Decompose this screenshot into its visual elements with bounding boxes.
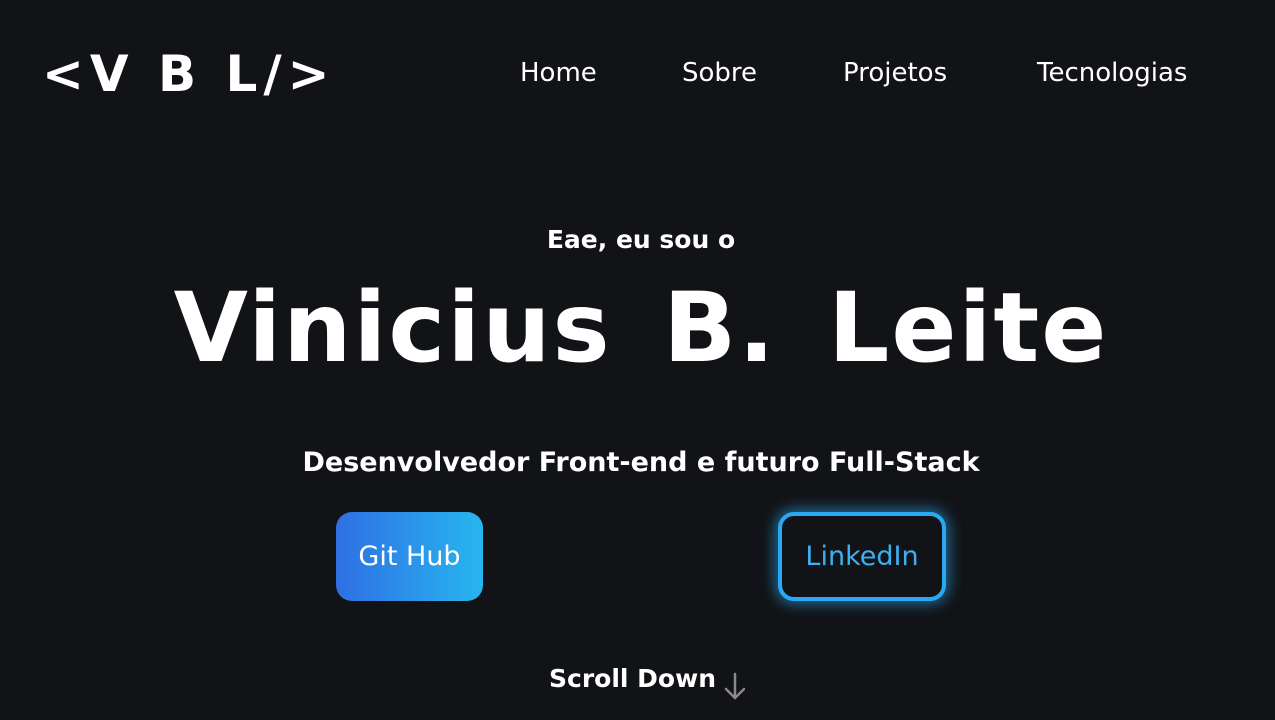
- arrow-down-icon: [722, 672, 748, 702]
- scroll-down-link[interactable]: Scroll Down: [549, 660, 748, 702]
- linkedin-button[interactable]: LinkedIn: [778, 512, 946, 601]
- hero-subtitle: Desenvolvedor Front-end e futuro Full-St…: [302, 447, 980, 478]
- nav-link-projetos[interactable]: Projetos: [843, 54, 947, 92]
- main-nav: Home Sobre Projetos Tecnologias: [0, 54, 1275, 94]
- scroll-down-label: Scroll Down: [549, 664, 716, 693]
- nav-link-sobre[interactable]: Sobre: [682, 54, 757, 92]
- hero-greeting: Eae, eu sou o: [546, 225, 736, 254]
- hero-name: Vinicius B. Leite: [173, 272, 1109, 384]
- github-button[interactable]: Git Hub: [336, 512, 483, 601]
- portfolio-page: <V B L/> Home Sobre Projetos Tecnologias…: [0, 0, 1275, 720]
- nav-link-tecnologias[interactable]: Tecnologias: [1037, 54, 1187, 92]
- nav-link-home[interactable]: Home: [520, 54, 597, 92]
